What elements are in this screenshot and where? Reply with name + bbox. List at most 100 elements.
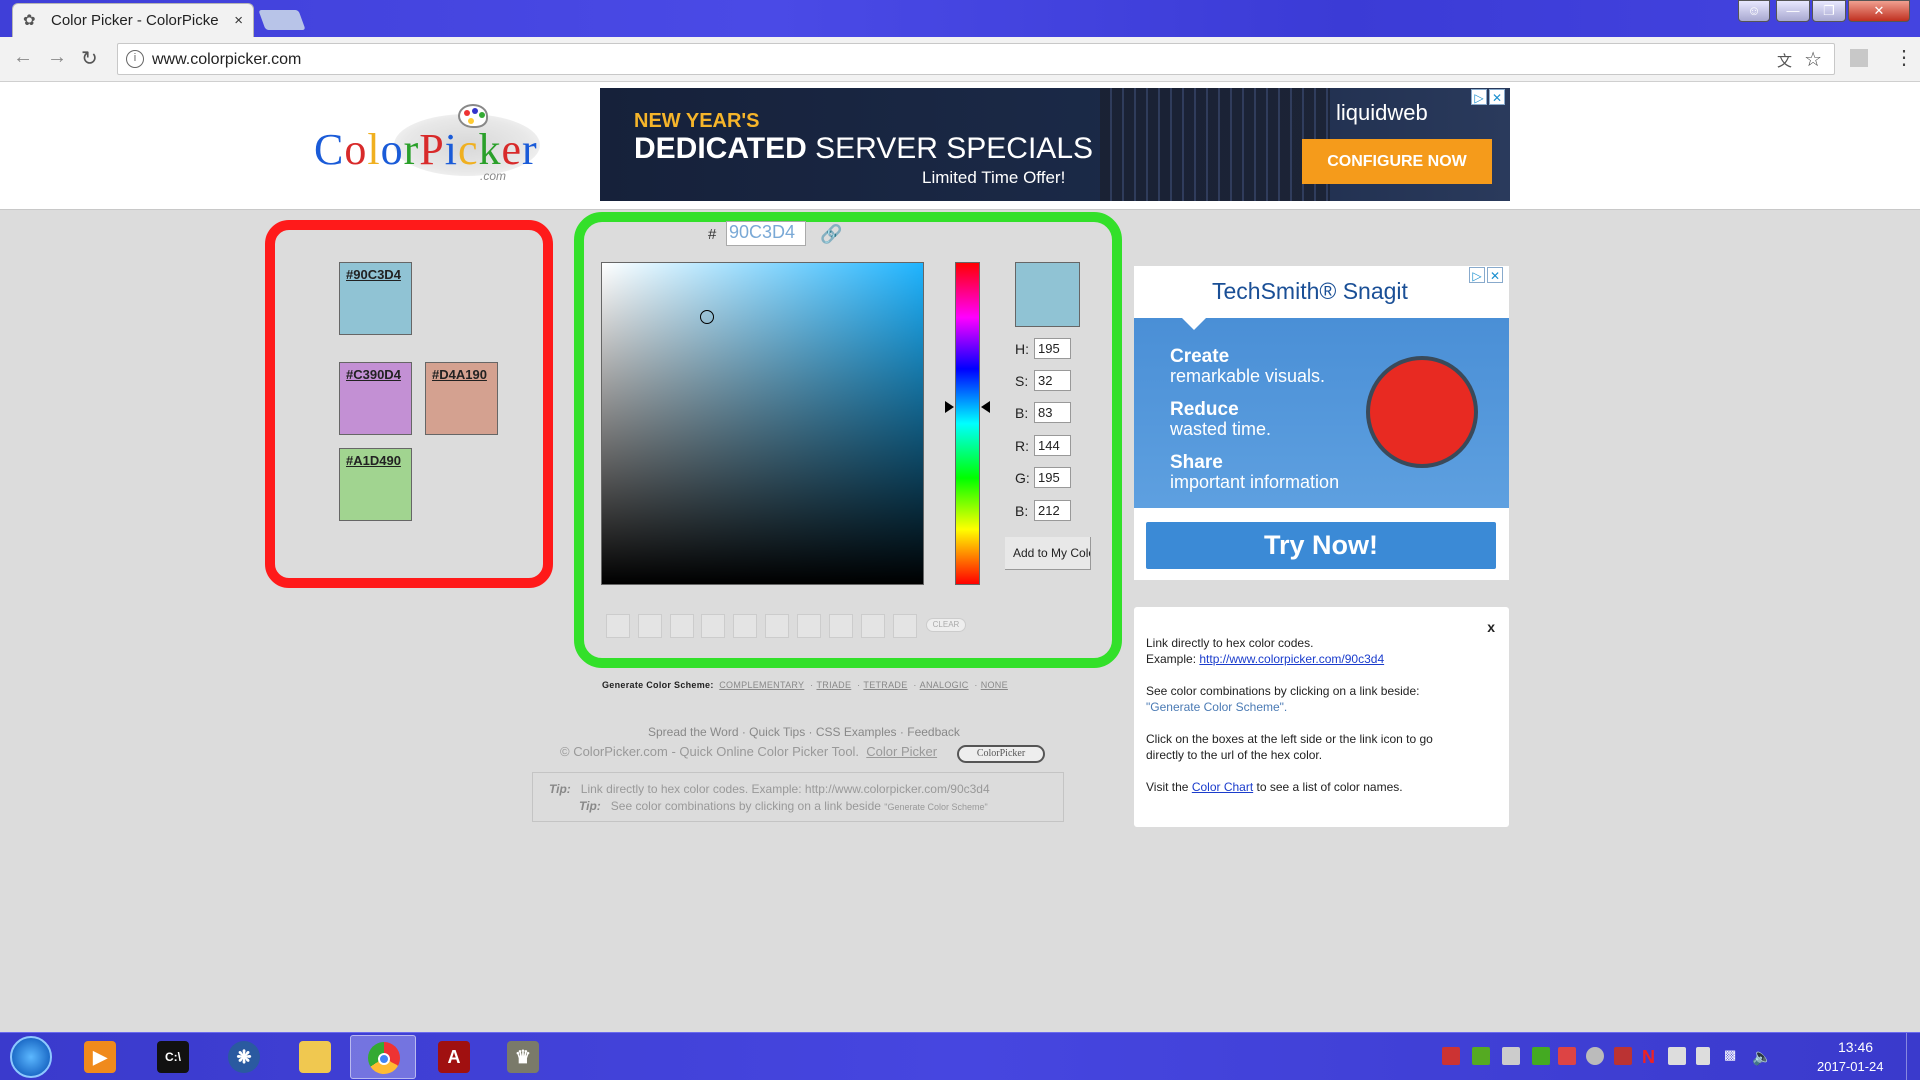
- blue-field[interactable]: 212: [1034, 500, 1071, 521]
- reload-icon[interactable]: ↻: [81, 46, 98, 71]
- colorpicker-logo[interactable]: ColorPicker .com: [310, 104, 540, 184]
- info-icon[interactable]: i: [126, 50, 144, 68]
- nvidia-icon[interactable]: [1472, 1047, 1490, 1065]
- display-icon[interactable]: [1668, 1047, 1686, 1065]
- scheme-triade-link[interactable]: TRIADE: [816, 680, 851, 690]
- red-field[interactable]: 144: [1034, 435, 1071, 456]
- brightness-label: B:: [1015, 405, 1029, 421]
- ad-close-icon[interactable]: ✕: [1487, 267, 1503, 283]
- quick-tips-link[interactable]: Quick Tips: [749, 725, 805, 739]
- chrome-app[interactable]: [350, 1035, 416, 1079]
- link-icon[interactable]: 🔗: [820, 224, 842, 245]
- hex-input[interactable]: 90C3D4: [726, 221, 806, 246]
- adchoices-icon[interactable]: ▷: [1469, 267, 1485, 283]
- saved-color-swatch[interactable]: #D4A190: [425, 362, 498, 435]
- spread-the-word-link[interactable]: Spread the Word: [648, 725, 739, 739]
- feedback-link[interactable]: Feedback: [907, 725, 960, 739]
- network-signal-icon[interactable]: ▩: [1724, 1047, 1742, 1065]
- css-examples-link[interactable]: CSS Examples: [816, 725, 897, 739]
- color-history-slot[interactable]: [797, 614, 821, 638]
- url-field[interactable]: i www.colorpicker.com 文 ☆: [117, 43, 1835, 75]
- record-button-icon: [1366, 356, 1478, 468]
- device-icon[interactable]: [1696, 1047, 1710, 1065]
- green-field[interactable]: 195: [1034, 467, 1071, 488]
- color-history-slot[interactable]: [765, 614, 789, 638]
- forward-icon[interactable]: →: [47, 46, 67, 69]
- back-icon[interactable]: ←: [13, 46, 33, 69]
- file-explorer-app[interactable]: [282, 1035, 348, 1079]
- color-history-slot[interactable]: [701, 614, 725, 638]
- gimp-app[interactable]: ♛: [490, 1035, 556, 1079]
- color-history-slot[interactable]: [606, 614, 630, 638]
- color-history-slot[interactable]: [638, 614, 662, 638]
- acrobat-app[interactable]: A: [421, 1035, 487, 1079]
- color-history-slot[interactable]: [733, 614, 757, 638]
- hue-field[interactable]: 195: [1034, 338, 1071, 359]
- url-text[interactable]: www.colorpicker.com: [152, 51, 301, 69]
- color-history-slot[interactable]: [670, 614, 694, 638]
- saved-color-swatch[interactable]: #A1D490: [339, 448, 412, 521]
- colorpicker-badge[interactable]: ColorPicker: [957, 745, 1045, 763]
- tray-app-icon[interactable]: [1442, 1047, 1460, 1065]
- color-history-slot[interactable]: [893, 614, 917, 638]
- show-desktop-button[interactable]: [1906, 1033, 1920, 1080]
- example-link[interactable]: http://www.colorpicker.com/90c3d4: [1199, 652, 1384, 666]
- hue-arrow-left-icon[interactable]: [945, 401, 954, 413]
- clock-time[interactable]: 13:46: [1838, 1039, 1873, 1055]
- user-icon[interactable]: ☺: [1738, 0, 1770, 22]
- tray-app-icon[interactable]: [1532, 1047, 1550, 1065]
- scheme-complementary-link[interactable]: COMPLEMENTARY: [719, 680, 804, 690]
- color-cursor[interactable]: [700, 310, 714, 324]
- clock-date[interactable]: 2017-01-24: [1817, 1059, 1884, 1074]
- tray-app-icon[interactable]: [1614, 1047, 1632, 1065]
- close-icon[interactable]: ✕: [1848, 0, 1910, 22]
- terminal-icon: C:\: [157, 1041, 189, 1073]
- volume-icon[interactable]: 🔈: [1752, 1047, 1772, 1066]
- tray-app-icon[interactable]: [1558, 1047, 1576, 1065]
- try-now-button[interactable]: Try Now!: [1146, 522, 1496, 569]
- brightness-field[interactable]: 83: [1034, 402, 1071, 423]
- swatch-hex-label[interactable]: #90C3D4: [346, 267, 401, 282]
- new-tab-button[interactable]: [258, 10, 306, 30]
- scheme-analogic-link[interactable]: ANALOGIC: [920, 680, 969, 690]
- add-to-my-colors-button[interactable]: Add to My Colo: [1005, 537, 1091, 570]
- swatch-hex-label[interactable]: #C390D4: [346, 367, 401, 382]
- color-history-slot[interactable]: [861, 614, 885, 638]
- adchoices-icon[interactable]: ▷: [1471, 89, 1487, 105]
- tray-app-icon[interactable]: [1502, 1047, 1520, 1065]
- start-button[interactable]: [10, 1036, 52, 1078]
- configure-now-button[interactable]: CONFIGURE NOW: [1302, 139, 1492, 184]
- media-player-app[interactable]: ▶: [67, 1035, 133, 1079]
- browser-tab[interactable]: ✿ Color Picker - ColorPicke ×: [12, 3, 254, 37]
- saturation-brightness-area[interactable]: [601, 262, 924, 585]
- command-prompt-app[interactable]: C:\: [140, 1035, 206, 1079]
- menu-icon[interactable]: ⋮: [1894, 45, 1914, 70]
- bookmark-star-icon[interactable]: ☆: [1804, 47, 1822, 72]
- netflix-icon[interactable]: N: [1642, 1047, 1660, 1067]
- color-chart-link[interactable]: Color Chart: [1192, 780, 1253, 794]
- scheme-tetrade-link[interactable]: TETRADE: [863, 680, 907, 690]
- hue-slider[interactable]: [955, 262, 980, 585]
- saved-color-swatch[interactable]: #90C3D4: [339, 262, 412, 335]
- swatch-hex-label[interactable]: #A1D490: [346, 453, 401, 468]
- swatch-hex-label[interactable]: #D4A190: [432, 367, 487, 382]
- extension-icon[interactable]: [1850, 49, 1868, 67]
- tab-close-icon[interactable]: ×: [234, 12, 243, 29]
- clear-button[interactable]: CLEAR: [926, 618, 966, 632]
- saturation-field[interactable]: 32: [1034, 370, 1071, 391]
- tray-app-icon[interactable]: [1586, 1047, 1604, 1065]
- saved-color-swatch[interactable]: #C390D4: [339, 362, 412, 435]
- minimize-icon[interactable]: —: [1776, 0, 1810, 22]
- translate-icon[interactable]: 文: [1777, 50, 1792, 71]
- scheme-none-link[interactable]: NONE: [981, 680, 1008, 690]
- info-close-button[interactable]: x: [1487, 619, 1495, 635]
- banner-ad[interactable]: NEW YEAR'S DEDICATED SERVER SPECIALS Lim…: [600, 88, 1510, 201]
- hue-arrow-right-icon[interactable]: [981, 401, 990, 413]
- ad-text: remarkable visuals.: [1170, 366, 1326, 386]
- color-picker-link[interactable]: Color Picker: [866, 744, 937, 759]
- network-app[interactable]: ❋: [211, 1035, 277, 1079]
- ad-close-icon[interactable]: ✕: [1489, 89, 1505, 105]
- maximize-icon[interactable]: ❐: [1812, 0, 1846, 22]
- snagit-ad[interactable]: TechSmith® Snagit Create remarkable visu…: [1134, 266, 1509, 580]
- color-history-slot[interactable]: [829, 614, 853, 638]
